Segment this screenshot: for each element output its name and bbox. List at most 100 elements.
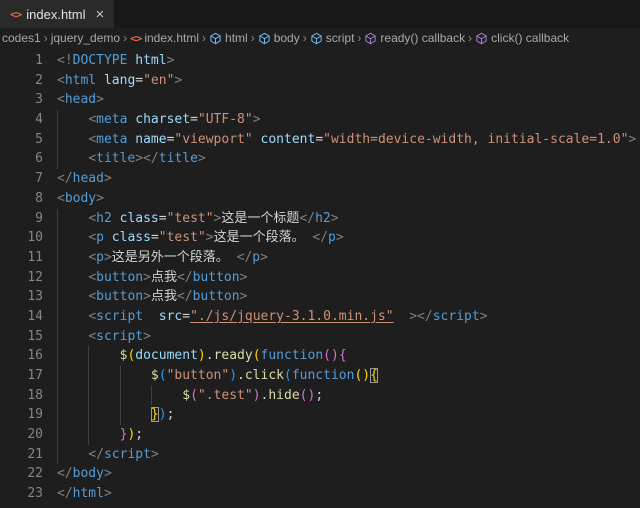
code-line: 5 <meta name="viewport" content="width=d… — [0, 130, 640, 150]
symbol-cube-blue-icon — [258, 32, 271, 45]
code-line: 16 $(document).ready(function(){ — [0, 346, 640, 366]
code-editor[interactable]: 1 <!DOCTYPE html> 2 <html lang="en"> 3 <head>… — [0, 48, 640, 504]
code-line-content[interactable]: <button>点我</button> — [57, 287, 640, 307]
breadcrumb-separator-icon: › — [44, 31, 48, 45]
breadcrumb-separator-icon: › — [468, 31, 472, 45]
breadcrumb-item-index-html[interactable]: <>index.html — [130, 31, 199, 45]
line-number: 23 — [0, 484, 43, 504]
code-line-content[interactable]: <p>这是另外一个段落。 </p> — [57, 248, 640, 268]
breadcrumb-label: ready() callback — [380, 31, 465, 45]
code-line-content[interactable]: <button>点我</button> — [57, 268, 640, 288]
indent-guide — [57, 130, 58, 150]
code-line-content[interactable]: $(document).ready(function(){ — [57, 346, 640, 366]
indent-guide — [120, 386, 121, 406]
line-number: 21 — [0, 445, 43, 465]
code-line-content[interactable]: </head> — [57, 169, 640, 189]
line-number: 9 — [0, 209, 43, 229]
indent-guide — [57, 445, 58, 465]
breadcrumb-item-html[interactable]: html — [209, 31, 248, 45]
indent-guide — [57, 149, 58, 169]
line-number: 15 — [0, 327, 43, 347]
code-line: 1 <!DOCTYPE html> — [0, 51, 640, 71]
indent-guide — [151, 386, 152, 406]
code-line: 23 </html> — [0, 484, 640, 504]
line-number: 16 — [0, 346, 43, 366]
code-line-content[interactable]: <html lang="en"> — [57, 71, 640, 91]
code-line-content[interactable]: </body> — [57, 464, 640, 484]
breadcrumb-separator-icon: › — [303, 31, 307, 45]
code-line: 14 <script src="./js/jquery-3.1.0.min.js… — [0, 307, 640, 327]
code-line: 7 </head> — [0, 169, 640, 189]
code-line-content[interactable]: <!DOCTYPE html> — [57, 51, 640, 71]
indent-guide — [57, 327, 58, 347]
breadcrumb-item-jquery-demo[interactable]: jquery_demo — [51, 31, 120, 45]
code-line-content[interactable]: $(".test").hide(); — [57, 386, 640, 406]
breadcrumb-separator-icon: › — [202, 31, 206, 45]
line-number: 1 — [0, 51, 43, 71]
indent-guide — [57, 228, 58, 248]
code-line: 11 <p>这是另外一个段落。 </p> — [0, 248, 640, 268]
indent-guide — [57, 307, 58, 327]
indent-guide — [88, 386, 89, 406]
code-line: 10 <p class="test">这是一个段落。 </p> — [0, 228, 640, 248]
breadcrumb-separator-icon: › — [123, 31, 127, 45]
code-line: 15 <script> — [0, 327, 640, 347]
code-line: 19 }); — [0, 405, 640, 425]
code-line-content[interactable]: $("button").click(function(){ — [57, 366, 640, 386]
breadcrumb-label: index.html — [144, 31, 199, 45]
code-line-content[interactable]: <script src="./js/jquery-3.1.0.min.js" >… — [57, 307, 640, 327]
close-icon[interactable]: × — [96, 7, 105, 22]
indent-guide — [88, 366, 89, 386]
code-line-content[interactable]: <meta name="viewport" content="width=dev… — [57, 130, 640, 150]
breadcrumb-item-ready-callback[interactable]: ready() callback — [364, 31, 465, 45]
line-number: 2 — [0, 71, 43, 91]
indent-guide — [57, 287, 58, 307]
indent-guide — [88, 405, 89, 425]
breadcrumb-item-codes1[interactable]: codes1 — [2, 31, 41, 45]
code-line-content[interactable]: </html> — [57, 484, 640, 504]
line-number: 3 — [0, 90, 43, 110]
breadcrumb-item-body[interactable]: body — [258, 31, 300, 45]
code-line: 21 </script> — [0, 445, 640, 465]
line-number: 5 — [0, 130, 43, 150]
code-line-content[interactable]: <script> — [57, 327, 640, 347]
symbol-cube-purple-icon — [364, 32, 377, 45]
code-line-content[interactable]: </script> — [57, 445, 640, 465]
tab-index-html[interactable]: <> index.html × — [0, 0, 114, 28]
line-number: 7 — [0, 169, 43, 189]
breadcrumb-item-script[interactable]: script — [310, 31, 355, 45]
line-number: 11 — [0, 248, 43, 268]
symbol-cube-blue-icon — [310, 32, 323, 45]
code-line-content[interactable]: <title></title> — [57, 149, 640, 169]
code-line-content[interactable]: <p class="test">这是一个段落。 </p> — [57, 228, 640, 248]
code-line: 17 $("button").click(function(){ — [0, 366, 640, 386]
indent-guide — [57, 425, 58, 445]
breadcrumb-separator-icon: › — [251, 31, 255, 45]
indent-guide — [57, 386, 58, 406]
code-line-content[interactable]: <h2 class="test">这是一个标题</h2> — [57, 209, 640, 229]
line-number: 14 — [0, 307, 43, 327]
code-line: 6 <title></title> — [0, 149, 640, 169]
code-line: 8<body> — [0, 189, 640, 209]
indent-guide — [120, 405, 121, 425]
code-line-content[interactable]: }); — [57, 405, 640, 425]
code-line: 12 <button>点我</button> — [0, 268, 640, 288]
breadcrumb-label: body — [274, 31, 300, 45]
code-line-content[interactable]: <meta charset="UTF-8"> — [57, 110, 640, 130]
breadcrumb-item-click-callback[interactable]: click() callback — [475, 31, 569, 45]
line-number: 17 — [0, 366, 43, 386]
code-line-content[interactable]: <body> — [57, 189, 640, 209]
symbol-cube-blue-icon — [209, 32, 222, 45]
code-line-content[interactable]: <head> — [57, 90, 640, 110]
breadcrumb-separator-icon: › — [357, 31, 361, 45]
code-line: 4 <meta charset="UTF-8"> — [0, 110, 640, 130]
code-line: 20 }); — [0, 425, 640, 445]
symbol-cube-purple-icon — [475, 32, 488, 45]
indent-guide — [57, 268, 58, 288]
indent-guide — [88, 346, 89, 366]
line-number: 19 — [0, 405, 43, 425]
line-number: 20 — [0, 425, 43, 445]
code-line: 2 <html lang="en"> — [0, 71, 640, 91]
code-line-content[interactable]: }); — [57, 425, 640, 445]
line-number: 13 — [0, 287, 43, 307]
